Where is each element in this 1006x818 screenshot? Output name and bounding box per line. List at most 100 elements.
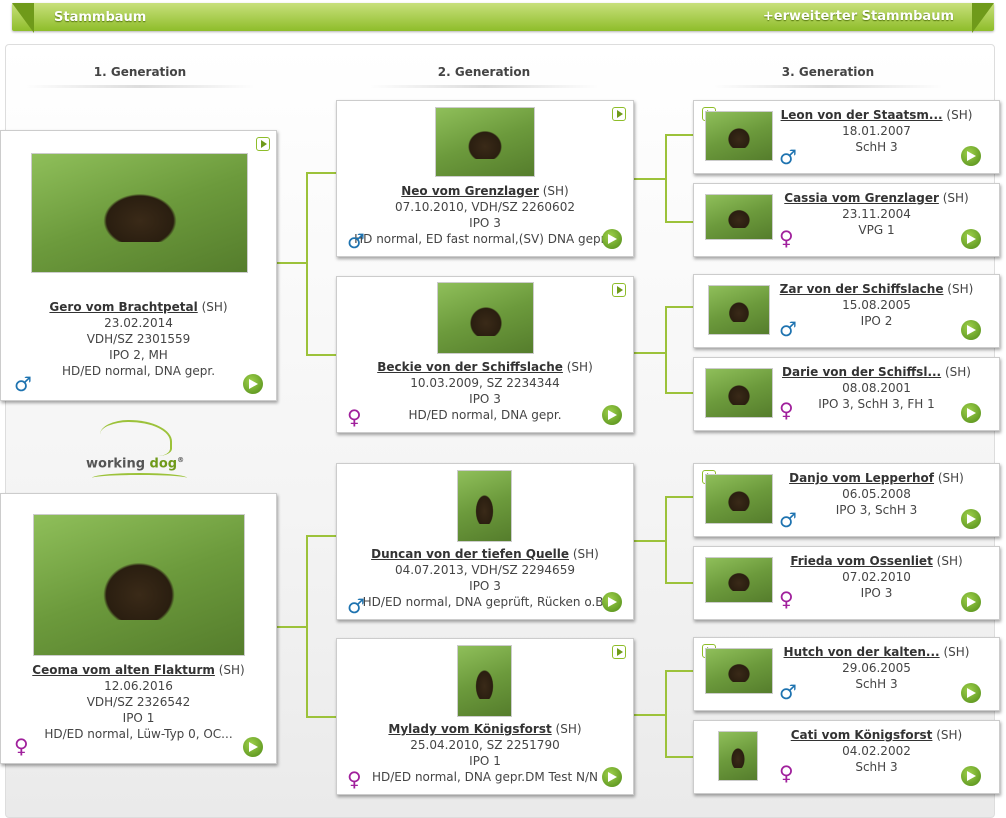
dog-photo[interactable] [705, 474, 773, 524]
dog-info-line: SchH 3 [855, 760, 898, 774]
breed-code: (SH) [936, 728, 963, 742]
dog-info-line: 04.02.2002 [842, 744, 911, 758]
generation-3-heading: 3. Generation [713, 65, 943, 88]
open-pedigree-icon[interactable] [961, 146, 981, 166]
open-pedigree-icon[interactable] [602, 405, 622, 425]
open-pedigree-icon[interactable] [243, 737, 263, 757]
dog-name-link[interactable]: Neo vom Grenzlager [401, 184, 539, 198]
logo-swoosh [92, 473, 187, 483]
header-corner-right [972, 3, 994, 33]
dog-name-link[interactable]: Darie von der Schiffsl... [782, 365, 941, 379]
dog-info-line: SchH 3 [855, 677, 898, 691]
dog-name-link[interactable]: Ceoma vom alten Flakturm [32, 663, 215, 677]
working-dog-logo: working dog® [82, 418, 192, 486]
dog-photo[interactable] [705, 557, 773, 603]
breed-code: (SH) [566, 360, 593, 374]
dog-card-gen3: Hutch von der kalten... (SH) 29.06.2005 … [693, 637, 1000, 711]
video-play-icon[interactable] [612, 107, 626, 121]
dog-name-link[interactable]: Beckie von der Schiffslache [377, 360, 563, 374]
dog-info-line: HD/ED normal, DNA geprüft, Rücken o.B. [362, 595, 608, 609]
dog-info-line: SchH 3 [855, 140, 898, 154]
female-icon: ♀ [779, 761, 794, 785]
header-title: Stammbaum [54, 10, 147, 25]
dog-info-line: 07.10.2010, VDH/SZ 2260602 [395, 200, 575, 214]
female-icon: ♀ [779, 398, 794, 422]
male-icon: ♂ [779, 317, 797, 341]
open-pedigree-icon[interactable] [961, 403, 981, 423]
dog-photo[interactable] [705, 194, 773, 240]
dog-name-link[interactable]: Cassia vom Grenzlager [784, 191, 939, 205]
male-icon: ♂ [779, 680, 797, 704]
video-play-icon[interactable] [612, 645, 626, 659]
dog-name-link[interactable]: Frieda vom Ossenliet [790, 554, 932, 568]
dog-photo[interactable] [33, 514, 245, 656]
dog-photo[interactable] [435, 107, 535, 177]
extended-pedigree-link[interactable]: +erweiterter Stammbaum [763, 9, 954, 24]
logo-registered-mark: ® [177, 456, 185, 464]
dog-photo[interactable] [705, 111, 773, 161]
dog-info-line: HD/ED normal, DNA gepr. [61, 364, 216, 378]
dog-name-link[interactable]: Zar von der Schiffslache [780, 282, 944, 296]
logo-text-working: working [86, 456, 146, 472]
dog-info-line: VDH/SZ 2301559 [86, 332, 191, 346]
dog-photo[interactable] [437, 282, 534, 354]
open-pedigree-icon[interactable] [602, 592, 622, 612]
dog-name-link[interactable]: Hutch von der kalten... [784, 645, 940, 659]
female-icon: ♀ [779, 587, 794, 611]
dog-info-line: HD/ED normal, DNA gepr.DM Test N/N [372, 770, 598, 784]
dog-name-link[interactable]: Gero vom Brachtpetal [49, 300, 197, 314]
video-play-icon[interactable] [612, 283, 626, 297]
dog-photo[interactable] [718, 731, 758, 781]
dog-info-line: IPO 2, MH [109, 348, 168, 362]
dog-card-gen3: Cassia vom Grenzlager (SH) 23.11.2004 VP… [693, 183, 1000, 257]
dog-photo[interactable] [457, 645, 512, 717]
dog-info-line: IPO 1 [122, 711, 155, 725]
dog-photo[interactable] [31, 153, 248, 273]
open-pedigree-icon[interactable] [243, 374, 263, 394]
female-icon: ♀ [347, 405, 362, 429]
dog-info-line: HD normal, ED fast normal,(SV) DNA gepr.… [354, 232, 616, 246]
dog-photo[interactable] [457, 470, 512, 542]
connector [665, 670, 693, 672]
logo-text-dog: dog [149, 456, 178, 472]
dog-info-line: 23.11.2004 [842, 207, 911, 221]
breed-code: (SH) [201, 300, 228, 314]
open-pedigree-icon[interactable] [961, 229, 981, 249]
dog-name-link[interactable]: Duncan von der tiefen Quelle [371, 547, 569, 561]
dog-name-link[interactable]: Cati vom Königsforst [791, 728, 933, 742]
connector [275, 626, 307, 628]
connector [306, 535, 336, 537]
dog-name-link[interactable]: Danjo vom Lepperhof [789, 471, 934, 485]
open-pedigree-icon[interactable] [602, 229, 622, 249]
dog-name-link[interactable]: Leon von der Staatsm... [781, 108, 943, 122]
connector [306, 354, 336, 356]
breed-code: (SH) [937, 471, 964, 485]
breed-code: (SH) [943, 645, 970, 659]
connector [632, 178, 666, 180]
breed-code: (SH) [555, 722, 582, 736]
dog-photo[interactable] [705, 368, 773, 418]
breed-code: (SH) [572, 547, 599, 561]
open-pedigree-icon[interactable] [961, 683, 981, 703]
header-corner-left [12, 3, 34, 33]
female-icon: ♀ [347, 767, 362, 791]
open-pedigree-icon[interactable] [961, 320, 981, 340]
connector [665, 496, 667, 584]
dog-photo[interactable] [708, 285, 770, 335]
dog-info-line: 12.06.2016 [104, 679, 173, 693]
connector [665, 670, 667, 758]
dog-info-line: IPO 3, SchH 3, FH 1 [818, 397, 935, 411]
dog-name-link[interactable]: Mylady vom Königsforst [388, 722, 551, 736]
open-pedigree-icon[interactable] [602, 767, 622, 787]
dog-info-line: 25.04.2010, SZ 2251790 [410, 738, 560, 752]
dog-photo[interactable] [705, 648, 773, 694]
male-icon: ♂ [347, 229, 365, 253]
dog-card-dam: Ceoma vom alten Flakturm (SH) 12.06.2016… [0, 493, 277, 764]
dog-info-line: HD/ED normal, Lüw-Typ 0, OC... [44, 727, 233, 741]
video-play-icon[interactable] [256, 137, 270, 151]
open-pedigree-icon[interactable] [961, 766, 981, 786]
open-pedigree-icon[interactable] [961, 509, 981, 529]
dog-card-sire: Gero vom Brachtpetal (SH) 23.02.2014 VDH… [0, 130, 277, 401]
dog-card-grandsire-maternal: Duncan von der tiefen Quelle (SH) 04.07.… [336, 463, 634, 620]
open-pedigree-icon[interactable] [961, 592, 981, 612]
